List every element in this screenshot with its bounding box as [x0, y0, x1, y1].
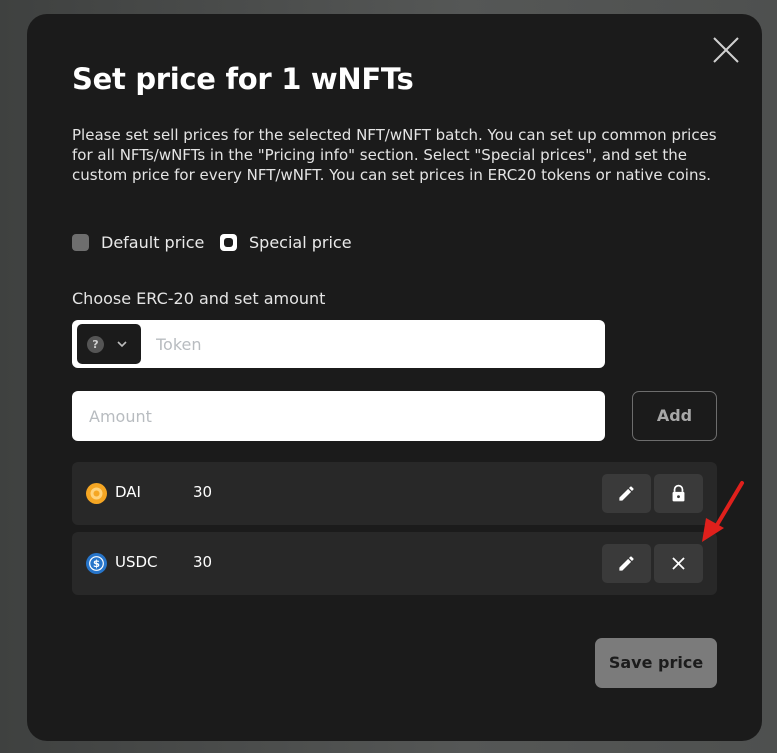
amount-field — [72, 391, 605, 441]
pencil-icon — [619, 486, 634, 501]
edit-price-button[interactable] — [602, 544, 651, 583]
token-select-dropdown[interactable]: ? — [77, 324, 141, 364]
price-amount: 30 — [193, 483, 213, 501]
save-price-button[interactable]: Save price — [595, 638, 717, 688]
token-input[interactable] — [154, 334, 578, 355]
close-icon — [713, 37, 739, 63]
modal-title: Set price for 1 wNFTs — [72, 62, 414, 96]
price-row-dai: DAI 30 — [72, 462, 717, 525]
close-icon — [672, 557, 685, 570]
special-price-option[interactable]: Special price — [220, 232, 352, 252]
modal-description: Please set sell prices for the selected … — [72, 126, 717, 184]
price-token-name: USDC — [115, 553, 158, 571]
amount-input[interactable] — [87, 406, 591, 427]
special-price-radio[interactable] — [220, 233, 237, 251]
pencil-icon — [619, 556, 634, 571]
set-price-modal: Set price for 1 wNFTs Please set sell pr… — [27, 14, 762, 741]
svg-text:$: $ — [93, 559, 100, 570]
annotation-arrow-icon — [702, 481, 744, 542]
price-token-name: DAI — [115, 483, 141, 501]
edit-price-button[interactable] — [602, 474, 651, 513]
default-price-option[interactable]: Default price — [72, 232, 204, 252]
chevron-down-icon — [117, 341, 127, 348]
lock-icon — [672, 484, 685, 502]
default-price-radio[interactable] — [72, 233, 89, 251]
remove-price-button[interactable] — [654, 544, 703, 583]
erc20-section-label: Choose ERC-20 and set amount — [72, 289, 326, 308]
close-modal-button[interactable] — [710, 34, 742, 66]
price-row-usdc: $ USDC 30 — [72, 532, 717, 595]
price-amount: 30 — [193, 553, 213, 571]
special-price-label: Special price — [249, 232, 352, 252]
default-price-label: Default price — [101, 232, 205, 252]
unknown-token-icon: ? — [87, 336, 104, 353]
lock-price-button[interactable] — [654, 474, 703, 513]
add-button[interactable]: Add — [632, 391, 717, 441]
dai-coin-icon — [86, 483, 107, 504]
token-field: ? — [72, 320, 605, 368]
usdc-coin-icon: $ — [86, 553, 107, 574]
